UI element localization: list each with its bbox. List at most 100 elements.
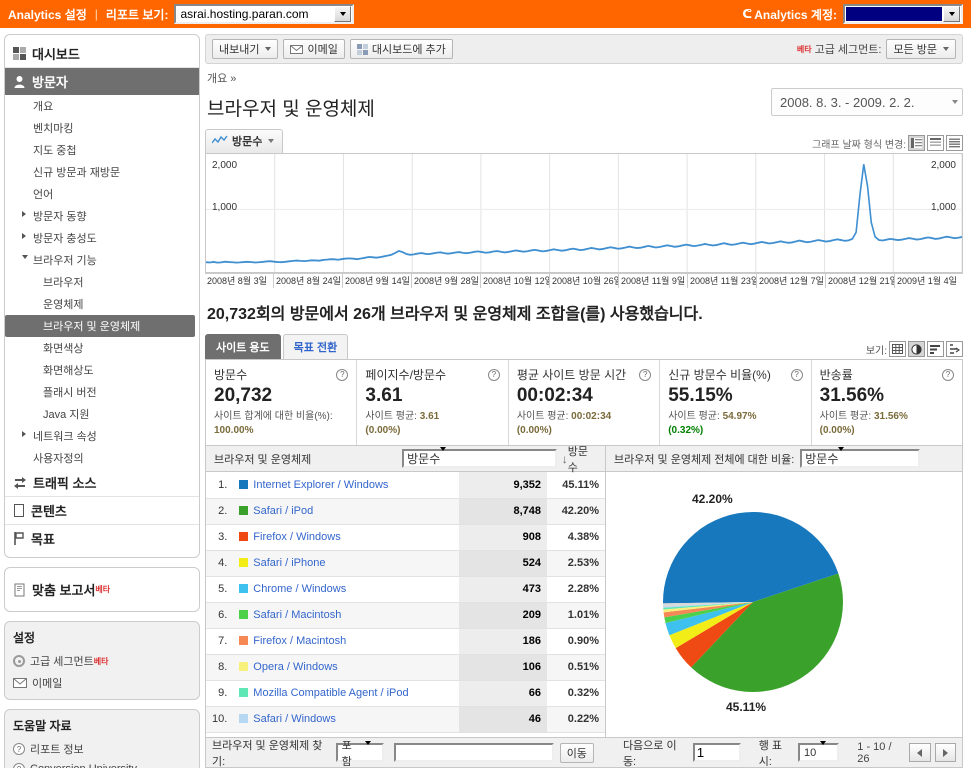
question-icon: ? — [13, 743, 25, 755]
chevron-down-icon[interactable] — [838, 447, 854, 466]
table-row[interactable]: 6. Safari / Macintosh 209 1.01% — [206, 602, 605, 629]
table-row[interactable]: 4. Safari / iPhone 524 2.53% — [206, 550, 605, 577]
sidebar-item-custom-report[interactable]: 맞춤 보고서 베타 — [5, 576, 199, 603]
breadcrumb[interactable]: 개요 » — [205, 64, 963, 88]
sidebar-subitem[interactable]: 방문자 동향 — [5, 205, 199, 227]
sidebar-subitem[interactable]: 네트워크 속성 — [5, 425, 199, 447]
row-label-link[interactable]: Safari / Macintosh — [253, 609, 341, 621]
sidebar-item-email[interactable]: 이메일 — [5, 672, 199, 694]
sidebar-subitem[interactable]: 화면해상도 — [5, 359, 199, 381]
chevron-down-icon[interactable] — [440, 447, 456, 466]
sidebar-item-advanced-segments[interactable]: 고급 세그먼트 베타 — [5, 650, 199, 672]
sidebar-subitem[interactable]: 운영체제 — [5, 293, 199, 315]
metric-delta: (0.00%) — [819, 424, 855, 436]
sidebar-subitem[interactable]: 벤치마킹 — [5, 117, 199, 139]
row-label-link[interactable]: Safari / Windows — [253, 713, 336, 725]
table-row[interactable]: 8. Opera / Windows 106 0.51% — [206, 654, 605, 681]
sidebar-subitem[interactable]: 지도 중첩 — [5, 139, 199, 161]
analytics-settings-link[interactable]: Analytics 설정 — [8, 6, 87, 23]
analytics-logo-icon: ᕦ — [742, 7, 752, 21]
chevron-right-icon[interactable] — [22, 233, 26, 239]
date-range-picker[interactable]: 2008. 8. 3. - 2009. 2. 2. — [771, 88, 963, 116]
goto-page-input[interactable] — [692, 743, 741, 762]
chevron-down-icon[interactable] — [334, 6, 352, 22]
table-row[interactable]: 5. Chrome / Windows 473 2.28% — [206, 576, 605, 603]
custom-report-label: 맞춤 보고서 — [32, 583, 96, 598]
chevron-down-icon[interactable] — [820, 741, 835, 760]
row-visits: 524 — [459, 550, 547, 577]
sidebar-item-dashboard-icon[interactable]: 대시보드 — [5, 40, 199, 68]
sidebar-subitem[interactable]: 사용자정의 — [5, 447, 199, 469]
y-label-right-mid: 1,000 — [930, 202, 956, 213]
site-profile-select[interactable]: asrai.hosting.paran.com — [174, 4, 355, 24]
row-label-link[interactable]: Firefox / Macintosh — [253, 635, 346, 647]
chevron-right-icon[interactable] — [22, 211, 26, 217]
help-icon[interactable]: ? — [639, 366, 652, 381]
sidebar-item-content-icon[interactable]: 콘텐츠 — [5, 497, 199, 525]
table-row[interactable]: 7. Firefox / Macintosh 186 0.90% — [206, 628, 605, 655]
row-label-link[interactable]: Safari / iPhone — [253, 557, 325, 569]
row-label-link[interactable]: Opera / Windows — [253, 661, 337, 673]
pie-metric-select[interactable]: 방문수 — [800, 447, 921, 468]
help-icon[interactable]: ? — [942, 366, 955, 381]
row-label-link[interactable]: Chrome / Windows — [253, 583, 346, 595]
chevron-down-icon[interactable] — [943, 6, 960, 22]
sidebar-subitem[interactable]: 브라우저 기능 — [5, 249, 199, 271]
bar-view-icon[interactable] — [927, 341, 944, 357]
sidebar-subitem[interactable]: 언어 — [5, 183, 199, 205]
sidebar-subitem[interactable]: 플래시 버전 — [5, 381, 199, 403]
help-icon[interactable]: ? — [487, 366, 500, 381]
sidebar-subitem[interactable]: 개요 — [5, 95, 199, 117]
row-visits: 186 — [459, 628, 547, 655]
custom-report-panel[interactable]: 맞춤 보고서 베타 — [4, 567, 200, 612]
tab-site-usage[interactable]: 사이트 용도 — [205, 334, 281, 359]
chevron-down-icon[interactable] — [365, 741, 379, 760]
sidebar-subitem[interactable]: 신규 방문과 재방문 — [5, 161, 199, 183]
chevron-down-icon[interactable] — [22, 255, 28, 259]
tab-goal-conversion[interactable]: 목표 전환 — [282, 334, 349, 359]
sidebar-subitem[interactable]: 브라우저 및 운영체제 — [5, 315, 195, 337]
month-view-icon[interactable] — [946, 135, 963, 151]
sidebar-item-traffic-icon[interactable]: 트래픽 소스 — [5, 469, 199, 497]
compare-view-icon[interactable] — [946, 341, 963, 357]
sidebar-item-visitor-icon[interactable]: 방문자 — [5, 68, 199, 95]
chevron-right-icon[interactable] — [22, 431, 26, 437]
prev-page-button[interactable] — [909, 743, 931, 762]
analytics-account-select[interactable] — [843, 4, 963, 24]
table-row[interactable]: 3. Firefox / Windows 908 4.38% — [206, 524, 605, 551]
add-to-dashboard-button[interactable]: 대시보드에 추가 — [349, 39, 453, 59]
row-label-link[interactable]: Internet Explorer / Windows — [253, 479, 388, 491]
row-label-link[interactable]: Mozilla Compatible Agent / iPod — [253, 687, 408, 699]
pie-view-icon[interactable] — [908, 341, 925, 357]
sidebar-item-report-info[interactable]: ? 리포트 정보 — [5, 738, 199, 760]
row-label-link[interactable]: Safari / iPod — [253, 505, 313, 517]
rows-per-page-select[interactable]: 10 — [798, 741, 840, 762]
advanced-segment-select[interactable]: 모든 방문 — [886, 39, 956, 59]
match-type-select[interactable]: 포함 — [335, 740, 384, 768]
table-row[interactable]: 10. Safari / Windows 46 0.22% — [206, 706, 605, 733]
help-icon[interactable]: ? — [336, 366, 349, 381]
table-view-icon[interactable] — [889, 341, 906, 357]
next-page-button[interactable] — [934, 743, 957, 762]
email-button[interactable]: 이메일 — [283, 39, 345, 59]
sidebar-subitem[interactable]: Java 지원 — [5, 403, 199, 425]
table-row[interactable]: 1. Internet Explorer / Windows 9,352 45.11% — [206, 472, 605, 499]
sidebar-item-goal-flag-icon[interactable]: 목표 — [5, 525, 199, 552]
week-view-icon[interactable] — [927, 135, 944, 151]
search-input[interactable] — [393, 743, 554, 762]
sidebar-subitem[interactable]: 방문자 충성도 — [5, 227, 199, 249]
sort-metric-select[interactable]: 방문수 — [402, 447, 557, 468]
sidebar-subitem[interactable]: 브라우저 — [5, 271, 199, 293]
row-percent: 0.22% — [547, 706, 605, 733]
export-button[interactable]: 내보내기 — [212, 39, 279, 59]
go-button[interactable]: 이동 — [559, 742, 594, 763]
table-row[interactable]: 2. Safari / iPod 8,748 42.20% — [206, 498, 605, 525]
row-label-link[interactable]: Firefox / Windows — [253, 531, 340, 543]
table-row[interactable]: 9. Mozilla Compatible Agent / iPod 66 0.32% — [206, 680, 605, 707]
day-view-icon[interactable] — [908, 135, 925, 151]
metric-card: 평균 사이트 방문 시간? 00:02:34 사이트 평균: 00:02:34 (0.… — [507, 360, 659, 445]
graph-metric-tab[interactable]: 방문수 — [205, 129, 284, 153]
help-icon[interactable]: ? — [790, 366, 803, 381]
sidebar-item-conversion-university[interactable]: ? Conversion University — [5, 760, 199, 768]
sidebar-subitem[interactable]: 화면색상 — [5, 337, 199, 359]
